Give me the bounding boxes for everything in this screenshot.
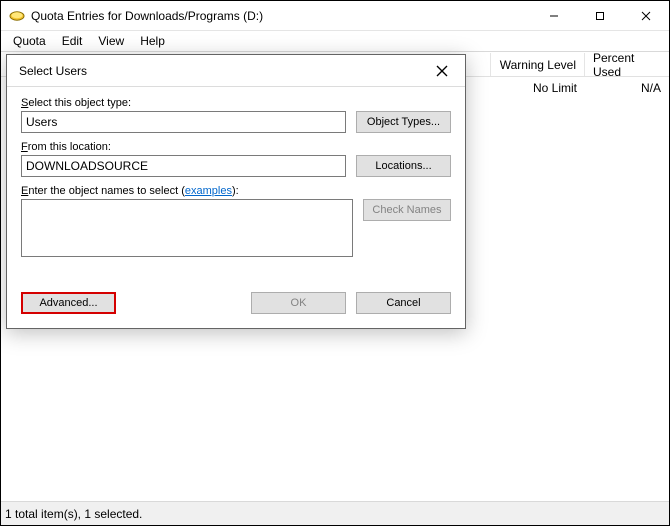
menu-view[interactable]: View xyxy=(90,34,132,48)
window-controls xyxy=(531,1,669,30)
dialog-title: Select Users xyxy=(19,64,427,78)
menu-quota[interactable]: Quota xyxy=(5,34,54,48)
object-type-field: Users xyxy=(21,111,346,133)
location-label: From this location: xyxy=(21,141,451,153)
col-percent-used[interactable]: Percent Used xyxy=(585,53,669,76)
menu-edit[interactable]: Edit xyxy=(54,34,91,48)
advanced-button[interactable]: Advanced... xyxy=(21,292,116,314)
close-button[interactable] xyxy=(623,1,669,30)
maximize-button[interactable] xyxy=(577,1,623,30)
ok-button[interactable]: OK xyxy=(251,292,346,314)
select-users-dialog: Select Users Select this object type: Us… xyxy=(6,54,466,329)
check-names-button[interactable]: Check Names xyxy=(363,199,451,221)
dialog-close-button[interactable] xyxy=(427,56,457,86)
cell-percent-used: N/A xyxy=(585,77,669,99)
object-names-label: Enter the object names to select (exampl… xyxy=(21,185,451,197)
dialog-titlebar: Select Users xyxy=(7,55,465,87)
cell-warning-level: No Limit xyxy=(491,77,585,99)
menu-help[interactable]: Help xyxy=(132,34,173,48)
status-bar: 1 total item(s), 1 selected. xyxy=(1,501,669,525)
disk-quota-icon xyxy=(9,8,25,24)
location-field: DOWNLOADSOURCE xyxy=(21,155,346,177)
object-type-label: Select this object type: xyxy=(21,97,451,109)
main-titlebar: Quota Entries for Downloads/Programs (D:… xyxy=(1,1,669,31)
examples-link[interactable]: examples xyxy=(185,185,232,197)
col-warning-level[interactable]: Warning Level xyxy=(491,53,585,76)
cancel-button[interactable]: Cancel xyxy=(356,292,451,314)
menubar: Quota Edit View Help xyxy=(1,31,669,52)
object-types-button[interactable]: Object Types... xyxy=(356,111,451,133)
object-names-input[interactable] xyxy=(21,199,353,257)
locations-button[interactable]: Locations... xyxy=(356,155,451,177)
status-text: 1 total item(s), 1 selected. xyxy=(5,507,142,521)
minimize-button[interactable] xyxy=(531,1,577,30)
window-title: Quota Entries for Downloads/Programs (D:… xyxy=(31,9,531,23)
